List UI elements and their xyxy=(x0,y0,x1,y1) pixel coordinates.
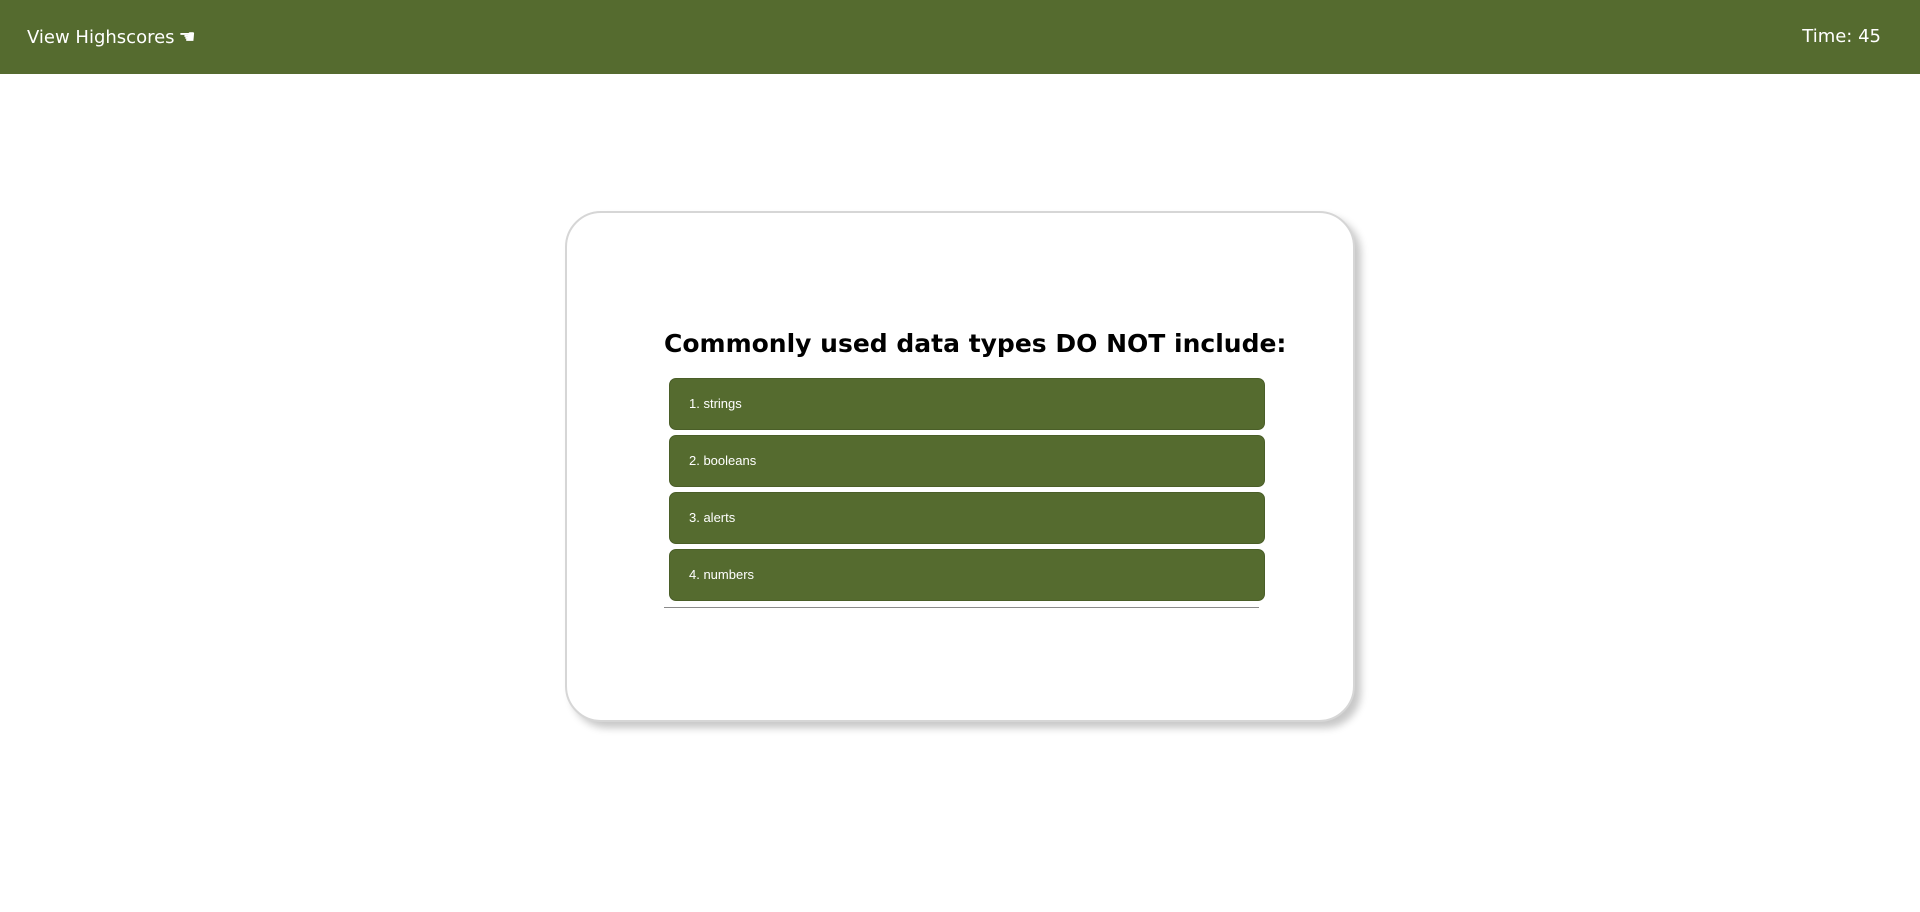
answer-choices: 1. strings 2. booleans 3. alerts 4. numb… xyxy=(669,378,1265,606)
view-highscores-label: View Highscores xyxy=(27,27,175,48)
answer-choice-numbers[interactable]: 4. numbers xyxy=(669,549,1265,601)
question-title: Commonly used data types DO NOT include: xyxy=(664,329,1287,358)
quiz-card: Commonly used data types DO NOT include:… xyxy=(565,211,1355,722)
result-divider xyxy=(664,607,1259,608)
answer-choice-strings[interactable]: 1. strings xyxy=(669,378,1265,430)
timer: Time: 45 xyxy=(1802,26,1881,47)
answer-choice-booleans[interactable]: 2. booleans xyxy=(669,435,1265,487)
answer-choice-alerts[interactable]: 3. alerts xyxy=(669,492,1265,544)
pointing-hand-icon: ☚ xyxy=(178,26,196,48)
view-highscores-link[interactable]: View Highscores ☚ xyxy=(27,26,196,49)
top-bar: View Highscores ☚ Time: 45 xyxy=(0,0,1920,74)
